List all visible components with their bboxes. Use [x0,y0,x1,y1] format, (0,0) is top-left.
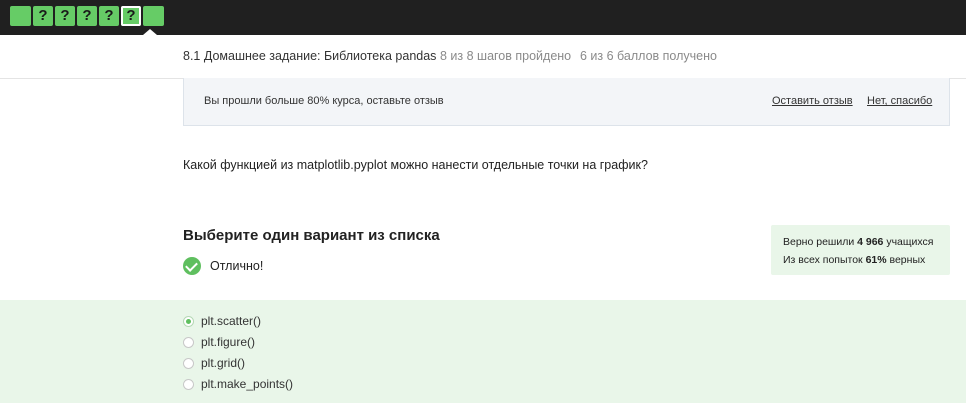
result-text: Отлично! [210,259,264,273]
stats-panel: Верно решили 4 966 учащихся Из всех попы… [771,225,950,275]
option-scatter[interactable]: plt.scatter() [183,314,261,328]
option-label: plt.make_points() [201,377,294,391]
step-5[interactable]: ? [99,6,119,26]
leave-review-link[interactable]: Оставить отзыв [772,95,853,107]
radio-icon[interactable] [183,336,194,348]
result-status: Отлично! [183,257,263,275]
option-label: plt.grid() [201,356,246,370]
solved-prefix: Верно решили [783,236,858,248]
attempts-pct: 61% [865,254,887,266]
option-figure[interactable]: plt.figure() [183,335,255,349]
attempts-suffix: верных [886,254,926,266]
attempts-prefix: Из всех попыток [783,254,866,266]
option-make-points[interactable]: plt.make_points() [183,377,293,391]
step-1[interactable] [10,6,31,26]
radio-selected-icon[interactable] [183,315,194,327]
choose-title: Выберите один вариант из списка [183,227,440,244]
step-3[interactable]: ? [55,6,75,26]
radio-icon[interactable] [183,378,194,390]
answer-options: plt.scatter() plt.figure() plt.grid() pl… [0,300,966,403]
lesson-header: 8.1 Домашнее задание: Библиотека pandas … [0,35,966,79]
attempts-stat: Из всех попыток 61% верных [783,254,925,266]
step-7[interactable] [143,6,164,26]
question-text: Какой функцией из matplotlib.pyplot можн… [183,158,648,172]
radio-icon[interactable] [183,357,194,369]
solved-count: 4 966 [857,236,884,248]
feedback-banner: Вы прошли больше 80% курса, оставьте отз… [183,78,950,126]
score-progress: 6 из 6 баллов получено [580,49,717,63]
lesson-title[interactable]: 8.1 Домашнее задание: Библиотека pandas [183,49,436,63]
option-label: plt.figure() [201,335,256,349]
solved-suffix: учащихся [883,236,934,248]
option-label: plt.scatter() [201,314,262,328]
step-4[interactable]: ? [77,6,97,26]
check-circle-icon [183,257,201,275]
step-list: ? ? ? ? ? [10,6,166,26]
steps-progress: 8 из 8 шагов пройдено [440,49,572,63]
step-6-current[interactable]: ? [121,6,141,26]
top-navigation-bar: ? ? ? ? ? [0,0,966,35]
option-grid[interactable]: plt.grid() [183,356,245,370]
step-2[interactable]: ? [33,6,53,26]
feedback-message: Вы прошли больше 80% курса, оставьте отз… [204,95,444,107]
no-thanks-link[interactable]: Нет, спасибо [867,95,932,107]
solved-stat: Верно решили 4 966 учащихся [783,236,933,248]
